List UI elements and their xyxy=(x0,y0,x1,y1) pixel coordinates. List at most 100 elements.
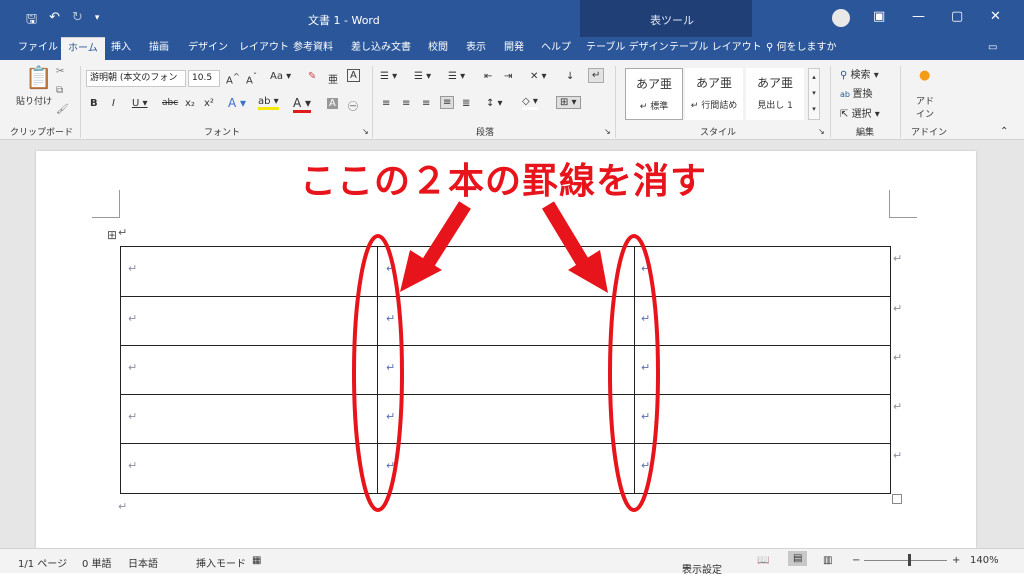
replace-button[interactable]: ab 置換 xyxy=(840,85,873,100)
style-no-spacing[interactable]: あア亜 ↵ 行間詰め xyxy=(685,68,743,120)
asian-layout-icon[interactable]: ✕ ▾ xyxy=(530,71,547,82)
zoom-slider-track[interactable] xyxy=(864,560,947,561)
comments-icon[interactable]: ▭ xyxy=(988,37,997,60)
account-avatar-icon[interactable] xyxy=(832,9,850,27)
addin-icon[interactable]: ● xyxy=(919,68,930,83)
print-layout-icon[interactable]: ▤ xyxy=(788,551,808,566)
zoom-in-button[interactable]: + xyxy=(952,555,960,566)
tell-me-search[interactable]: ⚲ 何をしますか xyxy=(766,37,837,60)
shading-icon[interactable]: ◇ ▾ xyxy=(522,96,538,110)
style-normal[interactable]: あア亜 ↵ 標準 xyxy=(625,68,683,120)
line-spacing-icon[interactable]: ↕ ▾ xyxy=(486,98,503,109)
font-color-icon[interactable]: A ▾ xyxy=(293,96,312,113)
insert-mode[interactable]: 挿入モード xyxy=(196,555,246,570)
redo-icon[interactable]: ↻ xyxy=(72,10,83,32)
font-dialog-launcher-icon[interactable]: ↘ xyxy=(362,127,369,136)
minimize-icon[interactable]: — xyxy=(912,9,925,24)
addin-button[interactable]: アド イン xyxy=(916,94,934,120)
increase-indent-icon[interactable]: ⇥ xyxy=(504,71,512,82)
tab-review[interactable]: 校閲 xyxy=(428,37,448,60)
collapse-ribbon-icon[interactable]: ⌃ xyxy=(1000,126,1008,137)
align-right-icon[interactable]: ≡ xyxy=(422,98,430,109)
character-border-icon[interactable]: A xyxy=(347,69,360,82)
phonetic-guide-icon[interactable]: 亜 xyxy=(328,71,338,86)
read-mode-icon[interactable]: 📖 xyxy=(757,555,769,566)
sort-icon[interactable]: ↓ xyxy=(566,71,574,82)
multilevel-list-icon[interactable]: ☰ ▾ xyxy=(448,71,465,82)
ribbon-home: 📋 貼り付け ✂ ⧉ 🖌 クリップボード 游明朝 (本文のフォン 10.5 A^… xyxy=(0,60,1024,140)
paste-button[interactable]: 貼り付け xyxy=(16,94,52,107)
tab-home[interactable]: ホーム xyxy=(61,37,105,60)
style-heading-1[interactable]: あア亜 見出し 1 xyxy=(746,68,804,120)
tab-design[interactable]: デザイン xyxy=(188,37,228,60)
tab-developer[interactable]: 開発 xyxy=(504,37,524,60)
web-layout-icon[interactable]: ▥ xyxy=(823,555,832,566)
shrink-font-icon[interactable]: Aˇ xyxy=(246,71,257,86)
decrease-indent-icon[interactable]: ⇤ xyxy=(484,71,492,82)
justify-icon[interactable]: ≡ xyxy=(440,96,455,109)
copy-icon[interactable]: ⧉ xyxy=(56,85,63,96)
table-move-handle-icon[interactable]: ⊞ xyxy=(107,228,117,242)
zoom-slider-thumb[interactable] xyxy=(908,554,911,566)
italic-icon[interactable]: I xyxy=(112,98,115,109)
clear-formatting-icon[interactable]: ✎ xyxy=(308,71,316,82)
format-painter-icon[interactable]: 🖌 xyxy=(56,104,69,115)
maximize-icon[interactable]: ▢ xyxy=(951,9,963,24)
undo-icon[interactable]: ↶ xyxy=(49,10,60,32)
word-table[interactable] xyxy=(120,246,891,494)
tab-layout[interactable]: レイアウト xyxy=(239,37,289,60)
tab-view[interactable]: 表示 xyxy=(466,37,486,60)
save-icon[interactable]: 🖫 xyxy=(26,10,37,32)
zoom-out-button[interactable]: − xyxy=(852,555,860,566)
strikethrough-icon[interactable]: abc xyxy=(162,98,178,108)
select-button[interactable]: ⇱ 選択 ▾ xyxy=(840,105,880,120)
table-row-border xyxy=(121,394,890,395)
table-column-border-1[interactable] xyxy=(377,247,378,493)
find-button[interactable]: ⚲ 検索 ▾ xyxy=(840,66,879,81)
cut-icon[interactable]: ✂ xyxy=(56,66,64,77)
styles-dialog-launcher-icon[interactable]: ↘ xyxy=(818,127,825,136)
table-column-border-2[interactable] xyxy=(634,247,635,493)
cell-mark: ↵ xyxy=(386,361,396,374)
font-name-combo[interactable]: 游明朝 (本文のフォン xyxy=(86,70,186,87)
language[interactable]: 日本語 xyxy=(128,555,158,570)
align-center-icon[interactable]: ≡ xyxy=(402,98,410,109)
tab-draw[interactable]: 描画 xyxy=(149,37,169,60)
subscript-icon[interactable]: x₂ xyxy=(185,98,195,109)
character-shading-icon[interactable]: A xyxy=(327,98,338,109)
macro-record-icon[interactable]: ▦ xyxy=(252,555,261,566)
tab-mailings[interactable]: 差し込み文書 xyxy=(351,37,411,60)
font-size-combo[interactable]: 10.5 xyxy=(188,70,220,87)
replace-icon: ab xyxy=(840,90,853,99)
ribbon-display-icon[interactable]: ▣ xyxy=(873,9,885,24)
tab-help[interactable]: ヘルプ xyxy=(541,37,571,60)
tab-file[interactable]: ファイル xyxy=(18,37,58,60)
align-left-icon[interactable]: ≡ xyxy=(382,98,390,109)
text-effects-icon[interactable]: A ▾ xyxy=(228,96,246,110)
bullets-icon[interactable]: ☰ ▾ xyxy=(380,71,397,82)
word-count[interactable]: 0 単語 xyxy=(82,555,112,570)
tab-insert[interactable]: 挿入 xyxy=(111,37,131,60)
distributed-icon[interactable]: ≣ xyxy=(462,98,470,109)
show-formatting-marks-icon[interactable]: ↵ xyxy=(588,68,605,83)
tab-table-layout[interactable]: テーブル レイアウト xyxy=(669,37,762,60)
close-icon[interactable]: ✕ xyxy=(990,9,1001,24)
bold-icon[interactable]: B xyxy=(90,98,98,109)
grow-font-icon[interactable]: A^ xyxy=(226,71,240,86)
tab-table-design[interactable]: テーブル デザイン xyxy=(586,37,669,60)
enclose-characters-icon[interactable]: ㊀ xyxy=(348,98,358,113)
superscript-icon[interactable]: x² xyxy=(204,98,214,109)
tab-references[interactable]: 参考資料 xyxy=(293,37,333,60)
page-count[interactable]: 1/1 ページ xyxy=(18,555,67,570)
paragraph-dialog-launcher-icon[interactable]: ↘ xyxy=(604,127,611,136)
styles-gallery-scroll[interactable]: ▴ ▾ ▾ xyxy=(808,68,820,120)
paste-icon[interactable]: 📋 xyxy=(25,66,52,91)
change-case-icon[interactable]: Aa ▾ xyxy=(270,71,291,82)
table-resize-handle[interactable] xyxy=(892,494,902,504)
customize-qat-icon[interactable]: ▾ xyxy=(95,13,100,32)
numbering-icon[interactable]: ☰ ▾ xyxy=(414,71,431,82)
zoom-level[interactable]: 140% xyxy=(970,555,999,566)
borders-icon[interactable]: ⊞ ▾ xyxy=(556,96,581,109)
highlight-icon[interactable]: ab ▾ xyxy=(258,96,279,110)
underline-icon[interactable]: U ▾ xyxy=(132,98,148,109)
